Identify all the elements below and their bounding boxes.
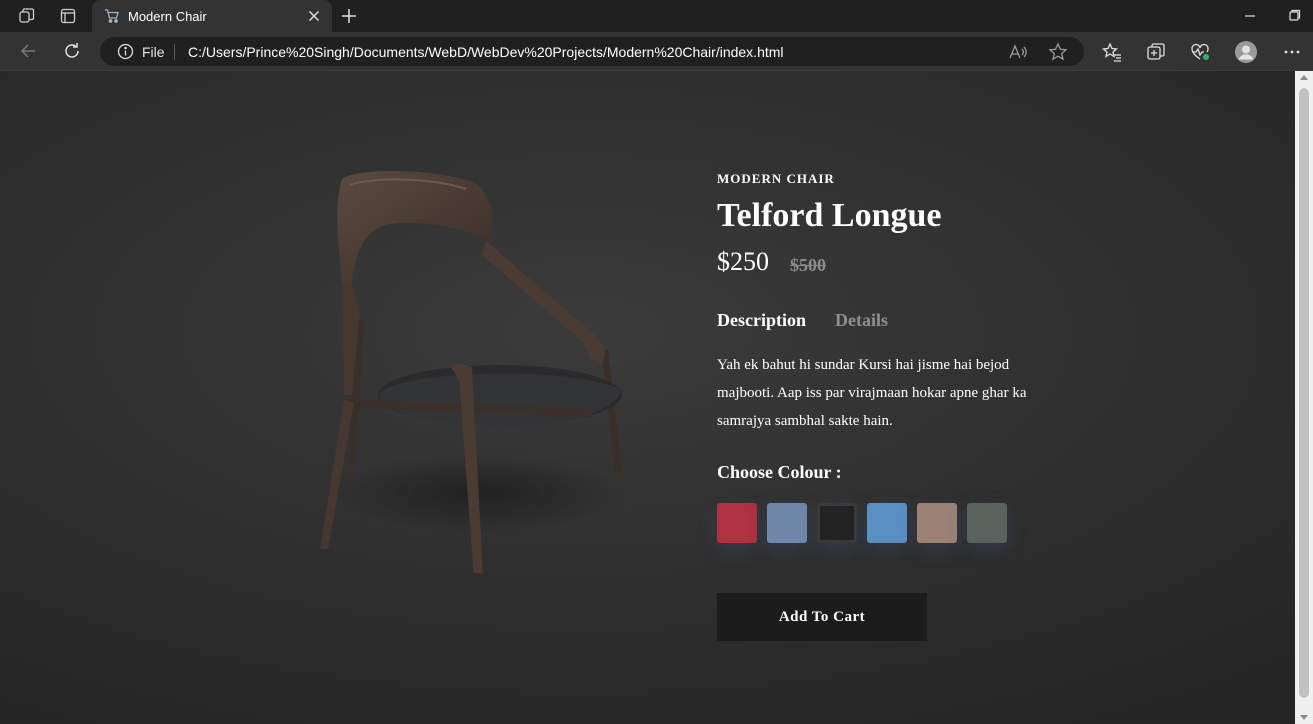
colour-label: Choose Colour : [717, 462, 842, 482]
colour-swatch-blue[interactable] [867, 503, 907, 543]
product-page: MODERN CHAIR Telford Longue $250 $500 De… [0, 71, 1295, 724]
more-icon[interactable] [1280, 40, 1304, 64]
profile-icon[interactable] [1233, 40, 1259, 64]
product-category: MODERN CHAIR [717, 171, 835, 186]
close-icon[interactable] [306, 8, 322, 24]
workspaces-icon[interactable] [14, 4, 40, 28]
address-url[interactable]: C:/Users/Prince%20Singh/Documents/WebD/W… [188, 44, 784, 60]
tab-details[interactable]: Details [835, 310, 888, 331]
vertical-scrollbar[interactable] [1295, 71, 1313, 724]
address-separator [174, 44, 175, 60]
colour-swatch-grey-green[interactable] [967, 503, 1007, 543]
cart-favicon-icon [105, 9, 119, 23]
scroll-up-arrow-icon[interactable] [1300, 75, 1308, 80]
product-title: Telford Longue [717, 197, 942, 234]
favorites-icon[interactable] [1100, 40, 1124, 64]
refresh-icon[interactable] [58, 38, 86, 64]
tab-title: Modern Chair [128, 9, 207, 24]
colour-swatch-denim[interactable] [767, 503, 807, 543]
colour-swatch-taupe[interactable] [917, 503, 957, 543]
browser-tab-bar: Modern Chair [0, 0, 1313, 32]
product-old-price: $500 [790, 255, 826, 275]
product-price: $250 [717, 247, 769, 276]
colour-swatch-black[interactable] [817, 503, 857, 543]
colour-swatch-red[interactable] [717, 503, 757, 543]
active-tab[interactable]: Modern Chair [92, 0, 332, 32]
chair-product-image [320, 170, 630, 573]
read-aloud-icon[interactable] [1008, 43, 1028, 61]
browser-toolbar: File C:/Users/Prince%20Singh/Documents/W… [0, 32, 1313, 71]
tab-description[interactable]: Description [717, 310, 806, 331]
add-to-cart-button[interactable]: Add To Cart [717, 593, 927, 641]
address-scheme-label: File [142, 44, 165, 60]
address-bar[interactable]: File C:/Users/Prince%20Singh/Documents/W… [100, 37, 1084, 66]
info-icon[interactable] [117, 43, 134, 60]
tab-actions-icon[interactable] [55, 4, 81, 28]
browser-essentials-icon[interactable] [1188, 40, 1212, 64]
product-description: Yah ek bahut hi sundar Kursi hai jisme h… [717, 357, 1027, 429]
back-arrow-icon[interactable] [14, 38, 42, 64]
minimize-icon[interactable] [1240, 8, 1260, 24]
scroll-down-arrow-icon[interactable] [1300, 715, 1308, 720]
star-icon[interactable] [1048, 42, 1068, 62]
restore-icon[interactable] [1285, 8, 1305, 24]
scrollbar-thumb[interactable] [1299, 88, 1309, 698]
plus-icon[interactable] [338, 4, 360, 28]
collections-icon[interactable] [1144, 40, 1168, 64]
